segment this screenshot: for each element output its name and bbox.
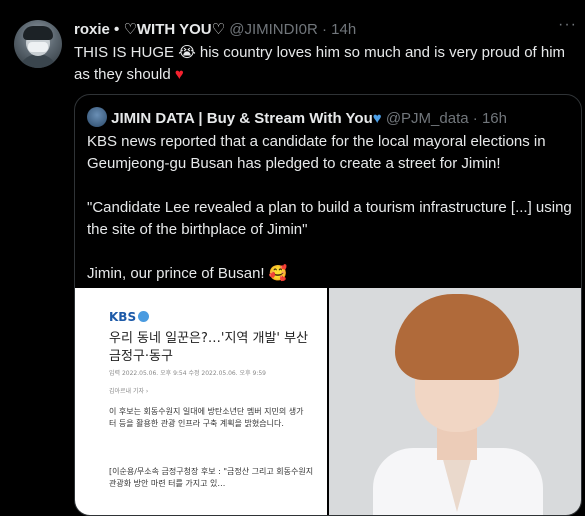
- article-body-1: 이 후보는 회동수원지 일대에 방탄소년단 멤버 지민의 생가 터 등을 활용한…: [109, 407, 304, 428]
- more-options-icon[interactable]: ···: [558, 16, 577, 34]
- crying-face-icon: 😭: [178, 44, 196, 61]
- article-byline: 김아르내 기자 ›: [109, 388, 149, 395]
- header-separator: ·: [321, 21, 327, 38]
- quoted-paragraph-1: KBS news reported that a candidate for t…: [87, 133, 546, 172]
- article-body-2: [이순용/무소속 금정구청장 후보 : "금정산 그리고 회동수원지 관광화 방…: [109, 467, 314, 488]
- article-meta: 입력 2022.05.06. 오후 9:54 수정 2022.05.06. 오후…: [109, 370, 266, 377]
- portrait-photo-image[interactable]: [329, 288, 581, 515]
- article-headline: 우리 동네 일꾼은?…'지역 개발' 부산 금정구·동구: [109, 331, 309, 364]
- avatar-hair: [23, 26, 53, 40]
- article-screenshot-image[interactable]: KBS 우리 동네 일꾼은?…'지역 개발' 부산 금정구·동구 입력 2022…: [75, 288, 327, 515]
- quoted-paragraph-2: "Candidate Lee revealed a plan to build …: [87, 199, 572, 238]
- quoted-author-name[interactable]: JIMIN DATA | Buy & Stream With You: [111, 110, 373, 127]
- tweet-timestamp[interactable]: 14h: [331, 21, 356, 38]
- tweet-text-part1: THIS IS HUGE: [74, 44, 179, 61]
- avatar-mask: [28, 42, 48, 52]
- quoted-paragraph-3: Jimin, our prince of Busan! 🥰: [87, 263, 573, 285]
- red-heart-icon: ♥: [174, 66, 184, 83]
- photo-hair: [395, 294, 519, 380]
- author-handle[interactable]: @JIMINDI0R: [229, 21, 318, 38]
- avatar-body: [18, 54, 58, 68]
- quoted-tweet[interactable]: JIMIN DATA | Buy & Stream With You♥ @PJM…: [74, 94, 582, 516]
- smiling-hearts-icon: 🥰: [268, 265, 288, 282]
- quoted-tweet-text: KBS news reported that a candidate for t…: [87, 131, 573, 285]
- blue-heart-icon: ♥: [372, 110, 382, 127]
- quoted-timestamp[interactable]: 16h: [482, 110, 507, 127]
- quoted-media: KBS 우리 동네 일꾼은?…'지역 개발' 부산 금정구·동구 입력 2022…: [75, 288, 581, 515]
- author-name[interactable]: roxie • ♡WITH YOU♡: [74, 21, 225, 38]
- tweet-header: roxie • ♡WITH YOU♡ @JIMINDI0R · 14h: [74, 20, 356, 40]
- quoted-paragraph-3-text: Jimin, our prince of Busan!: [87, 265, 269, 282]
- tweet-text: THIS IS HUGE 😭 his country loves him so …: [74, 42, 579, 86]
- author-avatar[interactable]: [14, 20, 62, 68]
- quoted-tweet-header: JIMIN DATA | Buy & Stream With You♥ @PJM…: [87, 107, 507, 129]
- quoted-author-avatar[interactable]: [87, 107, 107, 127]
- quoted-header-separator: ·: [472, 110, 478, 127]
- quoted-author-handle[interactable]: @PJM_data: [386, 110, 469, 127]
- tweet[interactable]: roxie • ♡WITH YOU♡ @JIMINDI0R · 14h ··· …: [0, 0, 585, 516]
- kbs-logo: KBS: [109, 310, 150, 324]
